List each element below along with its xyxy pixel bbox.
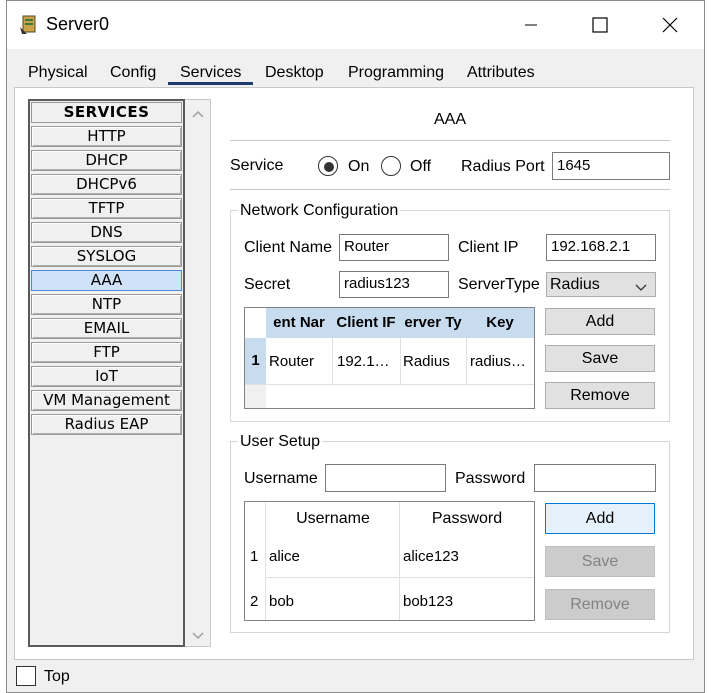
services-scrollbar[interactable] [185, 99, 211, 647]
service-radius-eap[interactable]: Radius EAP [31, 414, 182, 435]
tab-desktop[interactable]: Desktop [265, 64, 324, 82]
secret-label: Secret [244, 276, 291, 293]
column-header-client-name[interactable]: ent Nar [266, 308, 332, 338]
radio-selected-dot [324, 162, 334, 172]
page-title: AAA [433, 111, 466, 128]
service-dhcp[interactable]: DHCP [31, 150, 182, 171]
network-configuration-label: Network Configuration [238, 202, 401, 220]
password-label: Password [455, 470, 526, 487]
user-add-button[interactable]: Add [545, 503, 655, 534]
radius-port-input[interactable]: 1645 [552, 152, 670, 180]
service-off-label: Off [410, 158, 432, 175]
table-cell-password[interactable]: alice123 [403, 548, 523, 565]
divider [230, 140, 670, 141]
column-header-username[interactable]: Username [267, 510, 399, 528]
column-header-server-type[interactable]: erver Ty [400, 308, 466, 338]
server-type-value: Radius [550, 276, 600, 293]
grid-line [400, 338, 401, 384]
column-header-key[interactable]: Key [466, 308, 534, 338]
column-header-client-ip[interactable]: Client IF [332, 308, 400, 338]
table-cell-password[interactable]: bob123 [403, 593, 523, 610]
table-cell-key[interactable]: radius… [470, 353, 532, 370]
tab-physical[interactable]: Physical [28, 64, 88, 82]
table-cell-server-type[interactable]: Radius [403, 353, 463, 370]
tab-attributes[interactable]: Attributes [467, 64, 535, 82]
network-add-button[interactable]: Add [545, 308, 655, 335]
tab-config[interactable]: Config [110, 64, 156, 82]
top-checkbox[interactable] [16, 666, 36, 686]
scroll-down-icon[interactable] [191, 628, 205, 640]
services-header: SERVICES [31, 102, 182, 123]
service-on-label: On [348, 158, 370, 175]
secret-input[interactable]: radius123 [339, 271, 449, 298]
client-ip-input[interactable]: 192.168.2.1 [546, 234, 656, 261]
service-aaa[interactable]: AAA [31, 270, 182, 291]
service-dhcpv6[interactable]: DHCPv6 [31, 174, 182, 195]
row-index: 1 [250, 548, 259, 565]
service-email[interactable]: EMAIL [31, 318, 182, 339]
server-type-select[interactable]: Radius [546, 272, 656, 297]
row-header-empty [245, 385, 266, 408]
grid-line [399, 502, 400, 620]
service-iot[interactable]: IoT [31, 366, 182, 387]
row-index: 2 [250, 593, 259, 610]
minimize-icon[interactable] [508, 5, 554, 45]
service-tftp[interactable]: TFTP [31, 198, 182, 219]
server-app-icon [18, 13, 40, 35]
username-label: Username [244, 470, 318, 487]
service-off-radio[interactable] [381, 156, 401, 176]
user-remove-button[interactable]: Remove [545, 589, 655, 620]
table-cell-client-ip[interactable]: 192.1… [337, 353, 397, 370]
radius-port-label: Radius Port [461, 158, 545, 175]
user-save-button[interactable]: Save [545, 546, 655, 577]
client-name-label: Client Name [244, 239, 333, 256]
close-icon[interactable] [647, 5, 693, 45]
service-ftp[interactable]: FTP [31, 342, 182, 363]
service-vm-management[interactable]: VM Management [31, 390, 182, 411]
service-ntp[interactable]: NTP [31, 294, 182, 315]
table-cell-username[interactable]: bob [269, 593, 389, 610]
active-tab-indicator [168, 82, 253, 85]
service-dns[interactable]: DNS [31, 222, 182, 243]
column-header-password[interactable]: Password [400, 510, 534, 528]
password-input[interactable] [534, 464, 656, 492]
username-input[interactable] [325, 464, 446, 492]
row-index: 1 [245, 338, 266, 384]
grid-line [466, 338, 467, 384]
network-remove-button[interactable]: Remove [545, 382, 655, 409]
divider [230, 189, 670, 190]
tab-programming[interactable]: Programming [348, 64, 444, 82]
client-ip-label: Client IP [458, 239, 519, 256]
top-checkbox-label: Top [44, 668, 70, 685]
grid-line [265, 502, 266, 620]
service-label: Service [230, 157, 284, 174]
maximize-icon[interactable] [577, 5, 623, 45]
grid-line [265, 577, 534, 578]
background-window-strip [0, 0, 6, 693]
table-corner [245, 308, 266, 338]
scroll-up-icon[interactable] [191, 106, 205, 118]
service-syslog[interactable]: SYSLOG [31, 246, 182, 267]
user-setup-label: User Setup [238, 433, 323, 451]
table-cell-client-name[interactable]: Router [269, 353, 329, 370]
client-name-input[interactable]: Router [339, 234, 449, 261]
service-on-radio[interactable] [318, 156, 338, 176]
grid-line [245, 384, 534, 385]
grid-line [332, 338, 333, 384]
server-type-label: ServerType [458, 276, 540, 293]
network-save-button[interactable]: Save [545, 345, 655, 372]
service-http[interactable]: HTTP [31, 126, 182, 147]
table-cell-username[interactable]: alice [269, 548, 389, 565]
window-title: Server0 [46, 14, 110, 34]
tab-services[interactable]: Services [180, 64, 241, 82]
chevron-down-icon [635, 280, 647, 291]
